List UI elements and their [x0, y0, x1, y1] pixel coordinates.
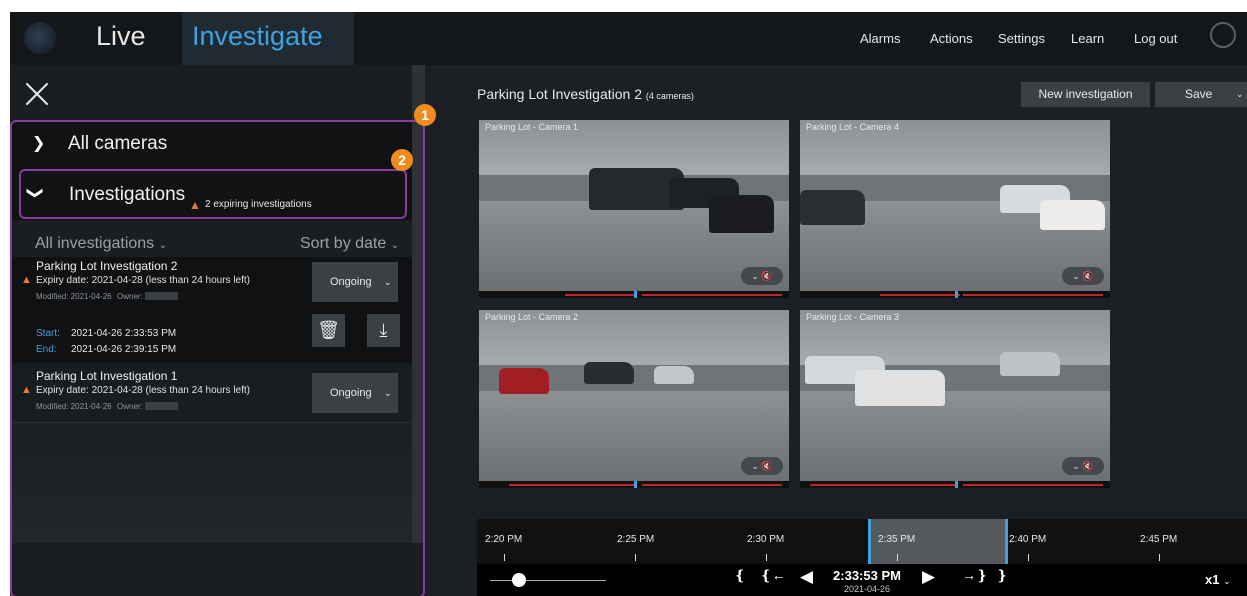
annotation-badge-1: 1	[414, 104, 436, 126]
camera-controls[interactable]: ⌄ 🔇	[1062, 267, 1104, 285]
timeline-tick: 2:35 PM	[878, 534, 916, 545]
speed-dropdown[interactable]: x1 ⌄	[1205, 572, 1231, 587]
recording-segment	[642, 294, 782, 296]
tick-mark	[1159, 554, 1160, 561]
car	[654, 366, 694, 384]
go-to-end-icon[interactable]: →❵	[962, 567, 988, 584]
recording-segment	[963, 484, 1103, 486]
camera-tile[interactable]: Parking Lot - Camera 3 ⌄ 🔇	[800, 310, 1110, 488]
top-nav: Live Investigate Alarms Actions Settings…	[10, 12, 1247, 65]
tick-mark	[504, 554, 505, 561]
recording-segment	[880, 294, 960, 296]
nav-logout[interactable]: Log out	[1134, 31, 1177, 46]
recording-segment	[642, 484, 782, 486]
set-end-icon[interactable]: ❵	[996, 567, 1008, 584]
nav-settings[interactable]: Settings	[998, 31, 1045, 46]
new-investigation-button[interactable]: New investigation	[1021, 82, 1150, 107]
camera-timeline	[800, 291, 1110, 298]
camera-count: (4 cameras)	[645, 91, 694, 101]
app-window: Live Investigate Alarms Actions Settings…	[10, 12, 1247, 596]
timeline-tick: 2:40 PM	[1009, 534, 1047, 545]
camera-controls[interactable]: ⌄ 🔇	[741, 457, 783, 475]
playhead-marker	[634, 291, 637, 298]
save-button[interactable]: Save ⌄	[1155, 82, 1247, 107]
timeline-tick: 2:20 PM	[485, 534, 523, 545]
tab-investigate[interactable]: Investigate	[182, 12, 354, 65]
camera-label: Parking Lot - Camera 3	[806, 312, 900, 322]
zoom-slider-handle[interactable]	[512, 573, 526, 587]
timeline-tick: 2:30 PM	[747, 534, 785, 545]
step-back-icon[interactable]: ◀	[800, 567, 813, 587]
set-start-icon[interactable]: ❴	[734, 567, 746, 584]
chevron-down-icon: ⌄	[1236, 89, 1244, 99]
camera-label: Parking Lot - Camera 2	[485, 312, 579, 322]
car	[709, 195, 774, 233]
timeline-tick: 2:25 PM	[617, 534, 655, 545]
logo	[24, 22, 56, 54]
play-icon[interactable]: ▶	[922, 567, 935, 587]
car	[855, 370, 945, 406]
current-time: 2:33:53 PM	[833, 568, 901, 583]
camera-label: Parking Lot - Camera 4	[806, 122, 900, 132]
tab-live[interactable]: Live	[96, 12, 146, 65]
search-icon[interactable]	[1210, 22, 1236, 48]
investigation-header: Parking Lot Investigation 2 (4 cameras)	[477, 86, 694, 102]
nav-alarms[interactable]: Alarms	[860, 31, 900, 46]
save-label: Save	[1185, 87, 1213, 101]
tick-mark	[897, 554, 898, 561]
annotation-badge-2: 2	[391, 149, 413, 171]
camera-label: Parking Lot - Camera 1	[485, 122, 579, 132]
nav-actions[interactable]: Actions	[930, 31, 973, 46]
timeline[interactable]	[477, 519, 1247, 564]
recording-segment	[565, 294, 635, 296]
car	[584, 362, 634, 384]
camera-tile[interactable]: Parking Lot - Camera 1 ⌄ 🔇	[479, 120, 789, 298]
timeline-tick: 2:45 PM	[1140, 534, 1178, 545]
chevron-down-icon: ⌄	[1223, 576, 1231, 586]
recording-segment	[810, 484, 956, 486]
nav-learn[interactable]: Learn	[1071, 31, 1104, 46]
annotation-box-2	[19, 169, 407, 219]
current-date: 2021-04-26	[843, 584, 891, 594]
tick-mark	[766, 554, 767, 561]
car	[1040, 200, 1105, 230]
camera-tile[interactable]: Parking Lot - Camera 4 ⌄ 🔇	[800, 120, 1110, 298]
camera-tile[interactable]: Parking Lot - Camera 2 ⌄ 🔇	[479, 310, 789, 488]
car	[499, 368, 549, 394]
playhead-marker	[955, 291, 958, 298]
recording-segment	[509, 484, 635, 486]
camera-timeline	[479, 291, 789, 298]
camera-controls[interactable]: ⌄ 🔇	[1062, 457, 1104, 475]
go-to-start-icon[interactable]: ❴←	[760, 567, 786, 584]
tick-mark	[1028, 554, 1029, 561]
playhead-marker	[634, 481, 637, 488]
camera-controls[interactable]: ⌄ 🔇	[741, 267, 783, 285]
car	[800, 190, 865, 225]
playhead-marker	[955, 481, 958, 488]
recording-segment	[963, 294, 1103, 296]
close-icon[interactable]	[25, 82, 49, 106]
speed-label: x1	[1205, 572, 1220, 587]
camera-timeline	[800, 481, 1110, 488]
page-title: Parking Lot Investigation 2	[477, 86, 642, 102]
tick-mark	[635, 554, 636, 561]
car	[1000, 352, 1060, 376]
camera-timeline	[479, 481, 789, 488]
zoom-slider[interactable]	[490, 580, 606, 581]
